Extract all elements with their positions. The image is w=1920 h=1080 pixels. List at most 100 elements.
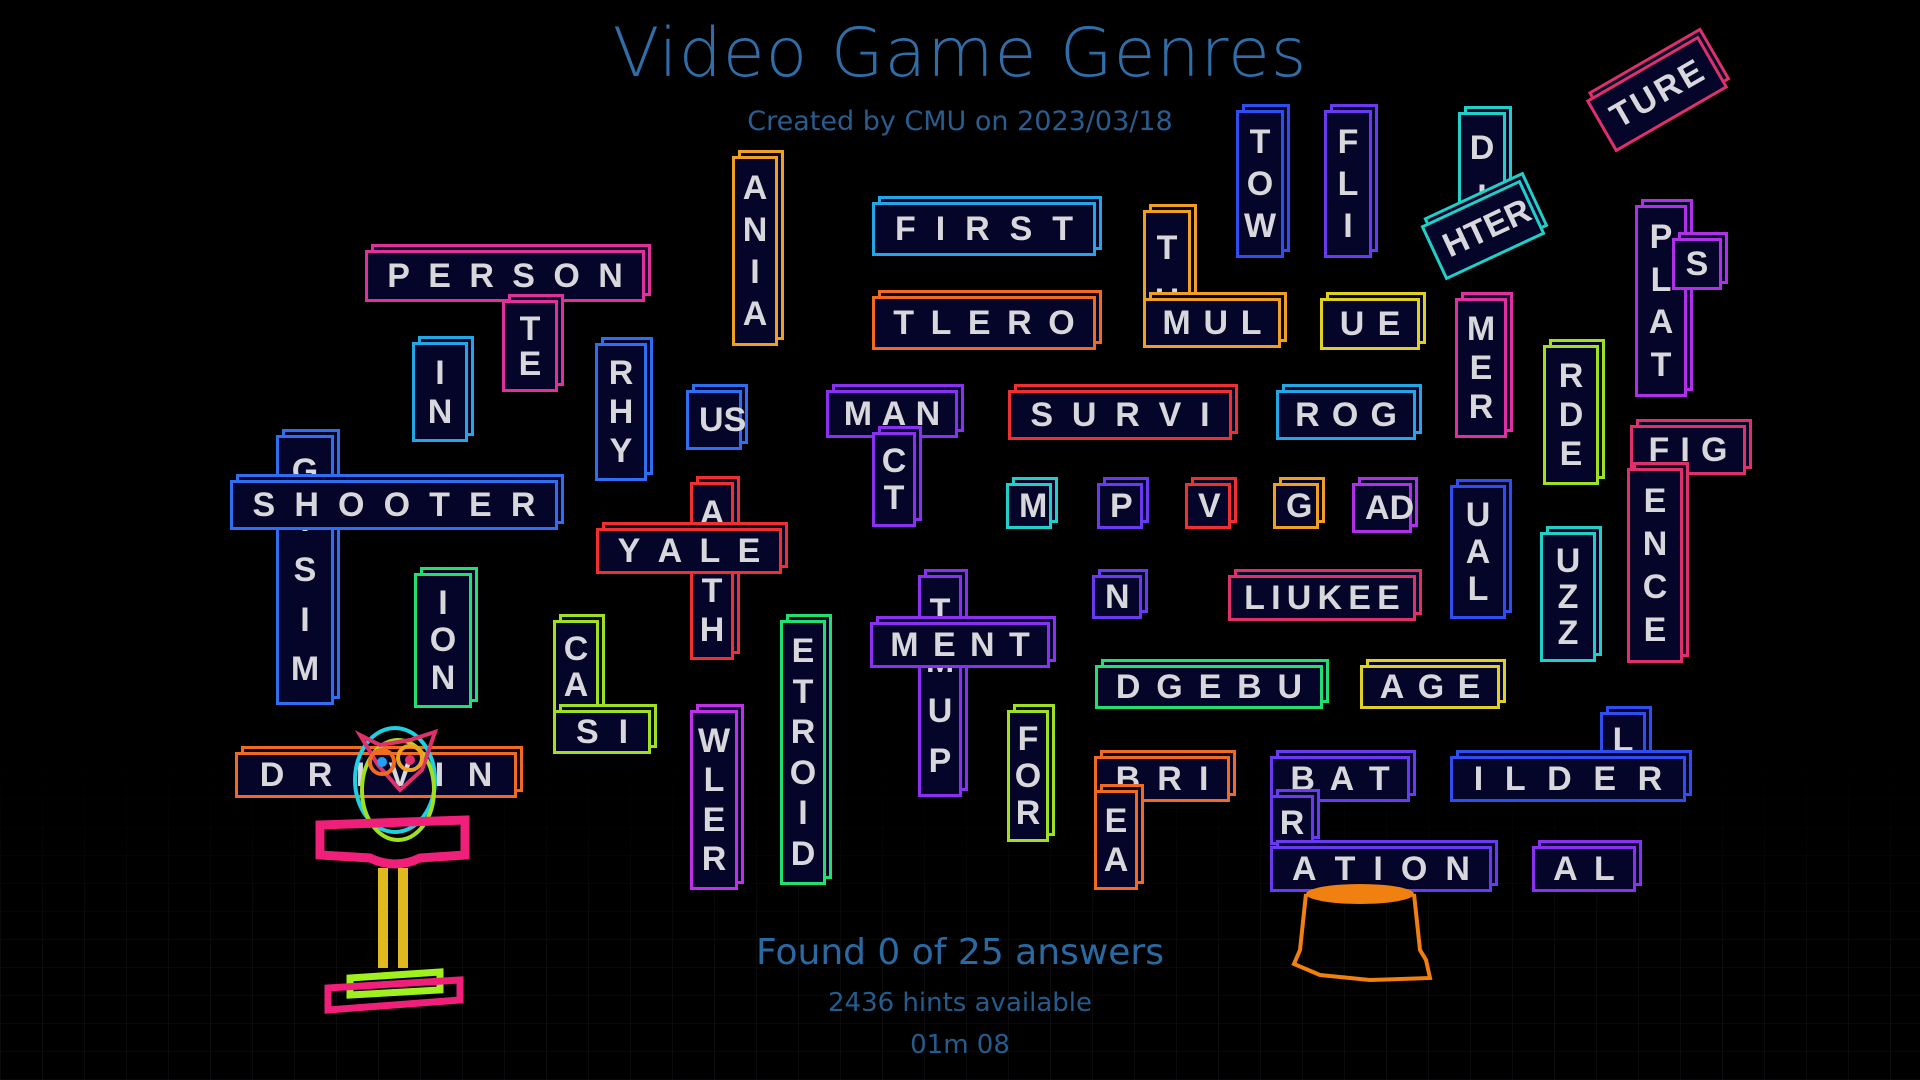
letter-tile-person[interactable]: PERSON: [365, 250, 645, 302]
letter-tile-s[interactable]: S: [1672, 238, 1722, 290]
tile-letter: R: [790, 713, 816, 752]
letter-tile-tow[interactable]: TOW: [1236, 110, 1284, 258]
letter-tile-si[interactable]: SI: [553, 710, 651, 754]
letter-tile-g[interactable]: G: [1273, 483, 1319, 529]
letter-tile-pilat[interactable]: PLAT: [1635, 205, 1687, 397]
tile-letter: N: [915, 395, 941, 433]
letter-tile-age[interactable]: AGE: [1360, 665, 1500, 709]
letter-tile-ad[interactable]: AD: [1352, 483, 1414, 533]
tile-letter: S: [252, 486, 276, 524]
letter-tile-in[interactable]: IN: [412, 342, 468, 442]
tile-letter: R: [701, 840, 727, 879]
letter-tile-r[interactable]: R: [1270, 795, 1314, 845]
tile-letter: I: [438, 583, 448, 622]
letter-tile-gtsim[interactable]: GTSIM: [276, 435, 334, 705]
tile-letter: E: [791, 632, 815, 671]
letter-tile-us[interactable]: US: [686, 390, 746, 450]
tile-letter: H: [294, 486, 319, 524]
tile-letter: N: [427, 392, 453, 431]
tile-letter: O: [1014, 756, 1042, 795]
tile-letter: M: [890, 626, 919, 664]
tile-letter: E: [1377, 305, 1401, 343]
letter-tile-rhy[interactable]: RHY: [595, 343, 647, 481]
letter-tile-m[interactable]: M: [1006, 483, 1052, 529]
tile-letter: T: [429, 486, 450, 524]
tile-letter: R: [1157, 760, 1182, 798]
tile-letter: T: [1052, 210, 1073, 248]
letter-tile-ue[interactable]: UE: [1320, 298, 1420, 350]
tile-letter: O: [553, 257, 580, 295]
letter-tile-p[interactable]: P: [1097, 483, 1143, 529]
elapsed-timer: 01m 08: [910, 1030, 1010, 1060]
letter-tile-ion[interactable]: ION: [414, 573, 472, 708]
tile-letter: R: [1558, 356, 1584, 395]
tile-letter: F: [1337, 123, 1359, 161]
letter-tile-ania[interactable]: ANIA: [732, 156, 778, 346]
tile-letter: P: [928, 742, 952, 780]
tile-letter: E: [428, 257, 451, 295]
tile-letter: E: [737, 532, 761, 570]
letter-tile-survi[interactable]: SURVI: [1008, 390, 1232, 440]
letter-tile-dgebu[interactable]: DGEBU: [1095, 665, 1323, 709]
letter-tile-n[interactable]: N: [1092, 575, 1142, 619]
letter-tile-ct[interactable]: CT: [872, 432, 916, 527]
tile-letter: L: [1612, 721, 1634, 759]
tile-letter: Z: [1557, 578, 1579, 616]
perch-top: [315, 815, 470, 869]
letter-tile-l[interactable]: L: [1600, 712, 1646, 762]
letter-tile-etroid[interactable]: ETROID: [780, 620, 826, 885]
tile-letter: C: [881, 442, 907, 481]
letter-tile-ual[interactable]: UAL: [1450, 485, 1506, 619]
tile-letter: R: [1468, 388, 1494, 427]
tile-letter: R: [608, 354, 634, 393]
tile-letter: U: [1339, 305, 1365, 343]
tile-letter: I: [798, 794, 808, 833]
tile-letter: A: [1553, 850, 1578, 888]
tile-letter: R: [1295, 396, 1320, 434]
tile-letter: F: [894, 210, 916, 248]
tile-letter: H: [699, 610, 725, 649]
tile-letter: R: [1015, 793, 1041, 832]
letter-tile-v[interactable]: V: [1185, 483, 1231, 529]
letter-tile-for[interactable]: FOR: [1007, 710, 1049, 842]
tile-letter: M: [1019, 487, 1048, 525]
letter-tile-tlero[interactable]: TLERO: [872, 296, 1096, 350]
letter-tile-rog[interactable]: ROG: [1276, 390, 1416, 440]
tile-letter: S: [723, 401, 747, 439]
letter-tile-wler[interactable]: WLER: [690, 710, 738, 890]
letter-tile-shooter[interactable]: SHOOTER: [230, 480, 558, 530]
tile-letter: A: [699, 493, 725, 532]
letter-tile-man[interactable]: MAN: [826, 390, 958, 438]
tile-letter: E: [1377, 579, 1400, 617]
letter-tile-mer[interactable]: MER: [1455, 298, 1507, 438]
letter-tile-mul[interactable]: MUL: [1143, 298, 1281, 348]
letter-tile-yale[interactable]: YALE: [596, 528, 782, 574]
tile-letter: L: [1244, 579, 1265, 617]
letter-tile-ence[interactable]: ENCE: [1627, 468, 1683, 663]
tile-letter: U: [1555, 542, 1581, 580]
tile-letter: E: [932, 626, 956, 664]
tile-letter: O: [789, 753, 817, 792]
letter-tile-te[interactable]: TE: [502, 300, 558, 392]
letter-tile-ment[interactable]: MENT: [870, 622, 1050, 668]
tile-letter: U: [1071, 396, 1097, 434]
tile-letter: L: [930, 304, 952, 342]
tile-letter: I: [750, 253, 760, 291]
tile-letter: F: [1648, 431, 1670, 469]
tile-letter: G: [1370, 396, 1397, 434]
tile-letter: I: [300, 600, 310, 639]
letter-tile-first[interactable]: FIRST: [872, 202, 1096, 256]
tile-letter: O: [338, 486, 365, 524]
letter-tile-ea[interactable]: EA: [1094, 790, 1138, 890]
letter-tile-like[interactable]: LIUKEE: [1228, 575, 1416, 621]
letter-tile-uzz[interactable]: UZZ: [1540, 532, 1596, 662]
tile-letter: E: [1348, 579, 1371, 617]
tile-letter: M: [843, 395, 873, 433]
letter-tile-ilder[interactable]: ILDER: [1450, 756, 1686, 802]
letter-tile-tmup[interactable]: TMUP: [918, 575, 962, 797]
letter-tile-al[interactable]: AL: [1532, 846, 1636, 892]
tile-letter: T: [1249, 123, 1271, 161]
letter-tile-fli[interactable]: FLI: [1324, 110, 1372, 258]
letter-tile-rde[interactable]: RDE: [1543, 345, 1599, 485]
hints-available[interactable]: 2436 hints available: [0, 988, 1920, 1018]
